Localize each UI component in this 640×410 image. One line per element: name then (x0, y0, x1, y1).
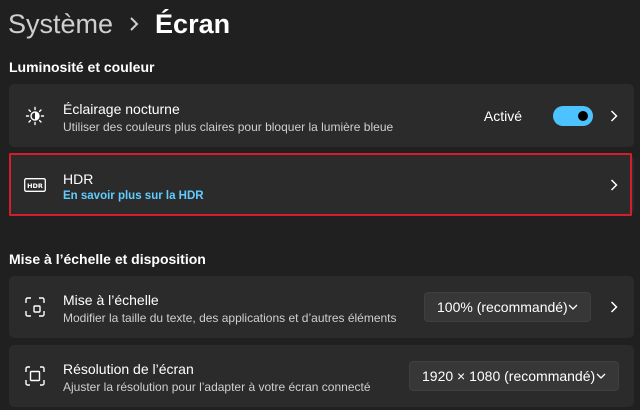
hdr-icon: HDR (24, 174, 46, 196)
night-light-title: Éclairage nocturne (63, 101, 180, 117)
chevron-right-icon[interactable] (608, 301, 620, 313)
resolution-dropdown-value: 1920 × 1080 (recommandé) (422, 368, 596, 384)
chevron-right-icon[interactable] (608, 109, 620, 122)
section-title-scale: Mise à l’échelle et disposition (9, 251, 206, 267)
chevron-right-icon (129, 17, 139, 31)
night-light-subtitle: Utiliser des couleurs plus claires pour … (63, 120, 394, 134)
scale-icon (24, 296, 46, 318)
night-light-card[interactable]: Éclairage nocturne Utiliser des couleurs… (9, 84, 634, 147)
night-light-status: Activé (483, 107, 522, 124)
svg-text:HDR: HDR (27, 182, 43, 190)
chevron-down-icon (568, 302, 578, 312)
hdr-title: HDR (63, 171, 94, 187)
chevron-down-icon (596, 371, 606, 381)
night-light-toggle[interactable] (553, 105, 593, 126)
scale-subtitle: Modifier la taille du texte, des applica… (63, 311, 397, 325)
hdr-card[interactable]: HDR HDR En savoir plus sur la HDR (9, 155, 634, 214)
resolution-dropdown[interactable]: 1920 × 1080 (recommandé) (409, 361, 619, 391)
breadcrumb-parent-link[interactable]: Système (8, 9, 113, 40)
section-title-brightness: Luminosité et couleur (9, 59, 155, 75)
resolution-icon (24, 365, 46, 387)
brightness-moon-icon (24, 105, 46, 127)
scale-title: Mise à l’échelle (63, 292, 159, 308)
scale-card[interactable]: Mise à l’échelle Modifier la taille du t… (9, 276, 634, 338)
hdr-learn-more-link[interactable]: En savoir plus sur la HDR (63, 190, 204, 202)
resolution-card[interactable]: Résolution de l’écran Ajuster la résolut… (9, 345, 634, 407)
page-title: Écran (155, 8, 231, 39)
toggle-knob (578, 110, 588, 121)
resolution-subtitle: Ajuster la résolution pour l’adapter à v… (63, 380, 371, 394)
resolution-title: Résolution de l’écran (63, 361, 194, 377)
scale-dropdown[interactable]: 100% (recommandé) (424, 292, 591, 322)
scale-dropdown-value: 100% (recommandé) (437, 299, 568, 315)
breadcrumb: Système Écran (8, 6, 230, 42)
chevron-right-icon[interactable] (608, 178, 620, 191)
